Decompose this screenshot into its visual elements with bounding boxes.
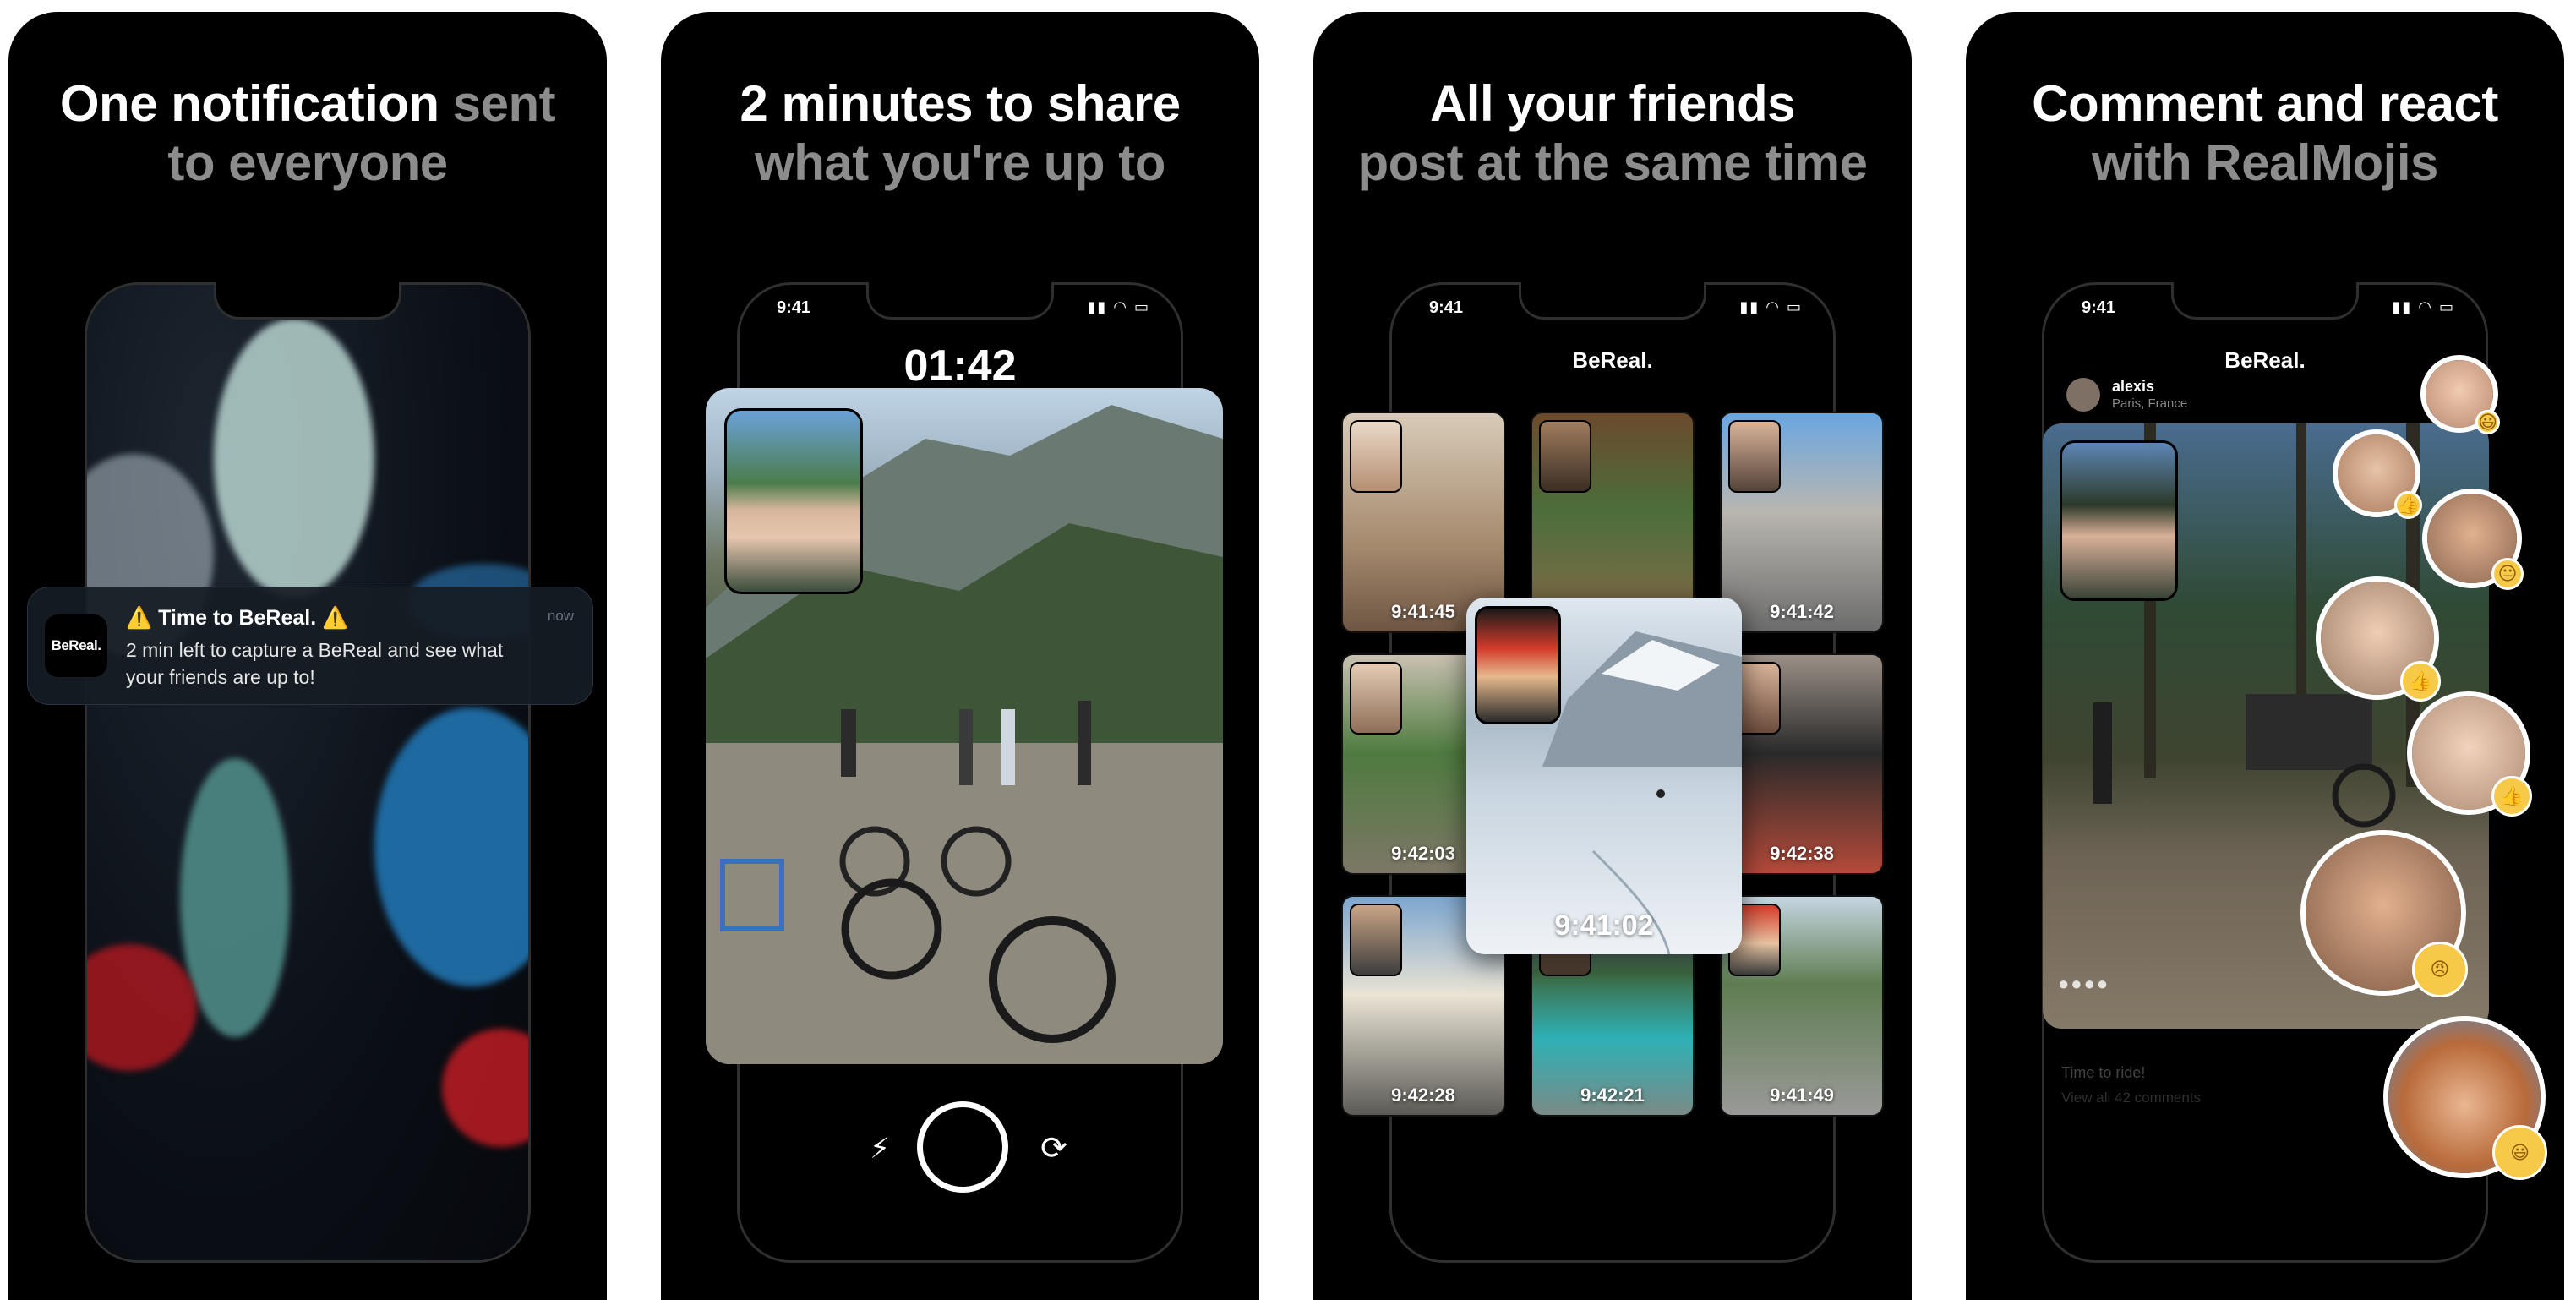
status-time: 9:41	[777, 298, 811, 317]
realmoji-summary[interactable]: ●●●●	[2058, 973, 2109, 995]
realmoji-reaction[interactable]: 😐	[2422, 489, 2524, 590]
phone-notch	[866, 282, 1054, 320]
phone-notch	[214, 282, 401, 320]
status-icons: ▮▮ ◠ ▭	[2392, 298, 2455, 315]
screenshot-panel-notification: One notification sent to everyone BeReal…	[8, 12, 607, 1300]
post-timestamp: 9:41:42	[1770, 601, 1834, 622]
emoji-badge: 👍	[2399, 660, 2441, 702]
realmoji-reaction[interactable]: 👍	[2333, 429, 2422, 519]
status-time: 9:41	[2082, 298, 2116, 317]
friend-selfie	[1350, 420, 1402, 493]
headline-line1: 2 minutes to share	[740, 75, 1181, 132]
headline: 2 minutes to share what you're up to	[661, 74, 1259, 193]
phone-frame: 9:41 ▮▮ ◠ ▭ 01:42 ⚡︎ ⟳	[706, 282, 1223, 1263]
camera-preview	[706, 388, 1223, 1064]
post-timestamp: 9:42:38	[1770, 843, 1834, 864]
phone-frame: 9:41 ▮▮ ◠ ▭ BeReal. 9:41:45 9:41:42 9:42…	[1341, 282, 1884, 1263]
flash-off-icon[interactable]: ⚡︎	[863, 1132, 897, 1166]
front-camera-inset[interactable]	[724, 408, 863, 594]
app-title: BeReal.	[2224, 347, 2306, 373]
headline-line1-grey: sent	[452, 75, 556, 132]
avatar	[2066, 378, 2100, 412]
headline-line2: to everyone	[167, 134, 448, 191]
friend-selfie	[1350, 904, 1402, 976]
phone-frame	[85, 282, 531, 1263]
screenshot-panel-camera: 2 minutes to share what you're up to 9:4…	[661, 12, 1259, 1300]
headline-line2: what you're up to	[755, 134, 1165, 191]
friend-selfie	[1350, 662, 1402, 735]
phone-notch	[2171, 282, 2359, 320]
view-comments-link[interactable]: View all 42 comments	[2061, 1090, 2201, 1106]
friend-selfie	[1475, 606, 1561, 724]
emoji-badge: 👍	[2491, 775, 2532, 817]
screenshot-panel-realmojis: Comment and react with RealMojis 9:41 ▮▮…	[1966, 12, 2564, 1300]
headline-line1: One notification	[59, 75, 439, 132]
realmoji-reaction[interactable]: 👍	[2407, 691, 2532, 817]
realmoji-reaction[interactable]: 👍	[2316, 576, 2441, 702]
bereal-app-icon: BeReal.	[45, 614, 107, 677]
app-title: BeReal.	[1572, 347, 1653, 373]
headline-line1: All your friends	[1429, 75, 1796, 132]
realmoji-reaction[interactable]: 😃	[2420, 355, 2500, 434]
status-time: 9:41	[1429, 298, 1464, 317]
post-timestamp: 9:42:28	[1391, 1084, 1455, 1106]
friend-post-tile[interactable]: 9:41:49	[1720, 895, 1884, 1117]
shutter-button[interactable]	[917, 1101, 1008, 1193]
featured-timestamp: 9:41:02	[1554, 909, 1654, 942]
status-icons: ▮▮ ◠ ▭	[1739, 298, 1803, 315]
headline-line2: with RealMojis	[2092, 134, 2438, 191]
headline-line1: Comment and react	[2032, 75, 2498, 132]
friend-selfie	[1728, 420, 1781, 493]
capture-controls: ⚡︎ ⟳	[740, 1101, 1181, 1194]
status-icons: ▮▮ ◠ ▭	[1087, 298, 1150, 315]
front-camera-inset[interactable]	[2060, 440, 2178, 601]
featured-post-tile[interactable]: 9:41:02	[1466, 598, 1742, 954]
headline: One notification sent to everyone	[8, 74, 607, 193]
emoji-badge: 👍	[2393, 490, 2422, 519]
headline: All your friends post at the same time	[1313, 74, 1912, 193]
realmoji-reaction[interactable]: 😃	[2383, 1016, 2547, 1180]
flip-camera-icon[interactable]: ⟳	[1035, 1130, 1072, 1167]
emoji-badge: 😃	[2492, 1125, 2547, 1180]
headline-line2: post at the same time	[1357, 134, 1868, 191]
post-caption: Time to ride!	[2061, 1064, 2146, 1081]
emoji-badge: 😐	[2491, 557, 2524, 590]
phone-notch	[1519, 282, 1706, 320]
post-timestamp: 9:42:21	[1580, 1084, 1645, 1106]
friend-selfie	[1539, 420, 1591, 493]
screenshot-panel-friends-grid: All your friends post at the same time 9…	[1313, 12, 1912, 1300]
post-timestamp: 9:41:49	[1770, 1084, 1834, 1106]
username: alexis	[2112, 378, 2155, 395]
emoji-badge: 😠	[2411, 941, 2468, 997]
notification-body: 2 min left to capture a BeReal and see w…	[126, 639, 504, 688]
headline: Comment and react with RealMojis	[1966, 74, 2564, 193]
countdown-timer: 01:42	[903, 341, 1017, 391]
notification-time: now	[547, 608, 574, 624]
push-notification[interactable]: BeReal. ⚠️ Time to BeReal. ⚠️ 2 min left…	[27, 587, 593, 705]
friend-post-tile[interactable]: 9:41:42	[1720, 412, 1884, 633]
lock-screen-wallpaper	[87, 285, 528, 1260]
location: Paris, France	[2112, 396, 2188, 411]
notification-title: ⚠️ Time to BeReal. ⚠️	[126, 606, 349, 630]
realmoji-reaction[interactable]: 😠	[2300, 830, 2468, 997]
friend-post-tile[interactable]: 9:42:38	[1720, 653, 1884, 875]
emoji-badge: 😃	[2475, 410, 2500, 434]
